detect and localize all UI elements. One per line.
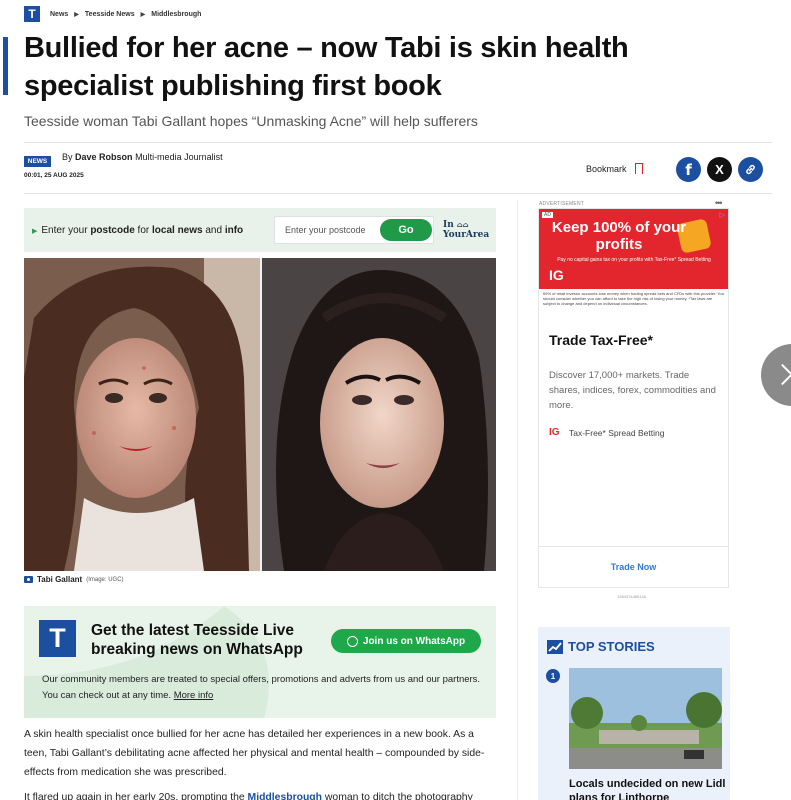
headline-accent-bar bbox=[3, 37, 8, 95]
article-headline: Bullied for her acne – now Tabi is skin … bbox=[24, 32, 629, 102]
article-standfirst: Teesside woman Tabi Gallant hopes “Unmas… bbox=[24, 113, 478, 129]
promo-body: Our community members are treated to spe… bbox=[42, 674, 481, 701]
divider bbox=[24, 193, 772, 194]
trending-icon bbox=[547, 639, 563, 654]
byline-prefix: By bbox=[62, 152, 73, 162]
ad-disclaimer: 69% of retail investor accounts lose mon… bbox=[543, 291, 724, 306]
postcode-go-button[interactable]: Go bbox=[380, 219, 432, 241]
inyourarea-logo[interactable]: In ⌂⌂ YourArea bbox=[443, 220, 489, 240]
top-stories-widget: TOP STORIES 1 Locals undecided on new Li… bbox=[538, 627, 730, 800]
arrow-right-icon: ▶ bbox=[32, 227, 38, 235]
author-name[interactable]: Dave Robson bbox=[75, 152, 133, 162]
join-whatsapp-label: Join us on WhatsApp bbox=[362, 635, 466, 647]
ad-tag: AD bbox=[542, 212, 553, 218]
top-story-image[interactable] bbox=[569, 668, 722, 769]
promo-title: Get the latest Teesside Live breaking ne… bbox=[91, 622, 303, 658]
ad-title[interactable]: Trade Tax-Free* bbox=[549, 332, 653, 348]
postcode-placeholder: Enter your postcode bbox=[285, 225, 366, 235]
breadcrumb-teesside-news[interactable]: Teesside News bbox=[85, 11, 135, 18]
divider bbox=[539, 546, 728, 547]
chevron-right-icon: ▶ bbox=[74, 11, 79, 18]
teesside-live-logo[interactable]: T bbox=[24, 6, 40, 22]
postcode-widget: ▶ Enter your postcode for local news and … bbox=[24, 208, 496, 252]
ad-subtext: Pay no capital gains tax on your profits… bbox=[557, 257, 711, 263]
postcode-prompt: ▶ Enter your postcode for local news and … bbox=[32, 224, 244, 236]
more-info-link[interactable]: More info bbox=[174, 690, 214, 701]
chevron-right-icon: ▶ bbox=[140, 11, 146, 18]
article-paragraph: It flared up again in her early 20s, pro… bbox=[24, 788, 499, 800]
trade-now-button[interactable]: Trade Now bbox=[539, 562, 728, 572]
divider bbox=[24, 142, 772, 143]
ad-banner[interactable]: AD ▷ Keep 100% of your profits Pay no ca… bbox=[539, 209, 728, 289]
publish-date: 00:01, 25 AUG 2025 bbox=[24, 172, 84, 179]
join-whatsapp-button[interactable]: Join us on WhatsApp bbox=[331, 629, 481, 653]
camera-icon bbox=[24, 576, 33, 583]
ig-logo: IG bbox=[549, 427, 560, 438]
ad-choices-icon[interactable]: ▷ bbox=[720, 211, 725, 219]
ig-logo: IG bbox=[549, 267, 564, 283]
facebook-share-icon[interactable]: f bbox=[676, 157, 701, 182]
photo-caption: Tabi Gallant (Image: UGC) bbox=[24, 575, 124, 584]
ad-id: 1384374485146 bbox=[617, 594, 646, 599]
caption-name: Tabi Gallant bbox=[37, 575, 83, 584]
breadcrumb-middlesbrough[interactable]: Middlesbrough bbox=[151, 11, 201, 18]
copy-link-icon[interactable] bbox=[738, 157, 763, 182]
bookmark-label: Bookmark bbox=[586, 163, 627, 174]
advertisement[interactable]: AD ▷ Keep 100% of your profits Pay no ca… bbox=[538, 208, 729, 588]
breadcrumb-news[interactable]: News bbox=[50, 11, 68, 18]
breadcrumb: T News ▶ Teesside News ▶ Middlesbrough bbox=[24, 6, 201, 22]
ad-headline: Keep 100% of your profits bbox=[551, 219, 687, 253]
middlesbrough-link[interactable]: Middlesbrough bbox=[248, 792, 322, 800]
link-icon bbox=[746, 164, 755, 175]
ad-product-label: Tax-Free* Spread Betting bbox=[569, 428, 665, 438]
next-article-arrow-icon[interactable] bbox=[761, 344, 791, 406]
section-badge[interactable]: NEWS bbox=[24, 156, 51, 167]
article-paragraph: A skin health specialist once bullied fo… bbox=[24, 729, 485, 778]
story-rank-badge: 1 bbox=[546, 669, 560, 683]
top-story-title[interactable]: Locals undecided on new Lidl plans for L… bbox=[569, 777, 729, 800]
ad-description: Discover 17,000+ markets. Trade shares, … bbox=[549, 370, 716, 411]
bookmark-icon bbox=[634, 163, 643, 178]
bookmark-button[interactable]: Bookmark bbox=[586, 163, 643, 178]
story-thumbnail bbox=[569, 668, 722, 769]
byline: By Dave Robson Multi-media Journalist bbox=[62, 152, 223, 162]
top-stories-heading: TOP STORIES bbox=[547, 639, 655, 654]
article-hero-photo[interactable] bbox=[24, 258, 496, 571]
column-divider bbox=[517, 200, 518, 800]
ad-menu-icon[interactable]: ••• bbox=[715, 198, 723, 208]
whatsapp-icon bbox=[346, 635, 358, 647]
advertisement-label: ADVERTISEMENT bbox=[539, 201, 585, 207]
caption-credit: (Image: UGC) bbox=[86, 576, 124, 583]
x-share-icon[interactable]: X bbox=[707, 157, 732, 182]
tabi-gallant-photo bbox=[24, 258, 496, 571]
whatsapp-promo: T Get the latest Teesside Live breaking … bbox=[24, 606, 496, 718]
teesside-live-logo: T bbox=[39, 620, 76, 657]
author-role: Multi-media Journalist bbox=[135, 152, 223, 162]
